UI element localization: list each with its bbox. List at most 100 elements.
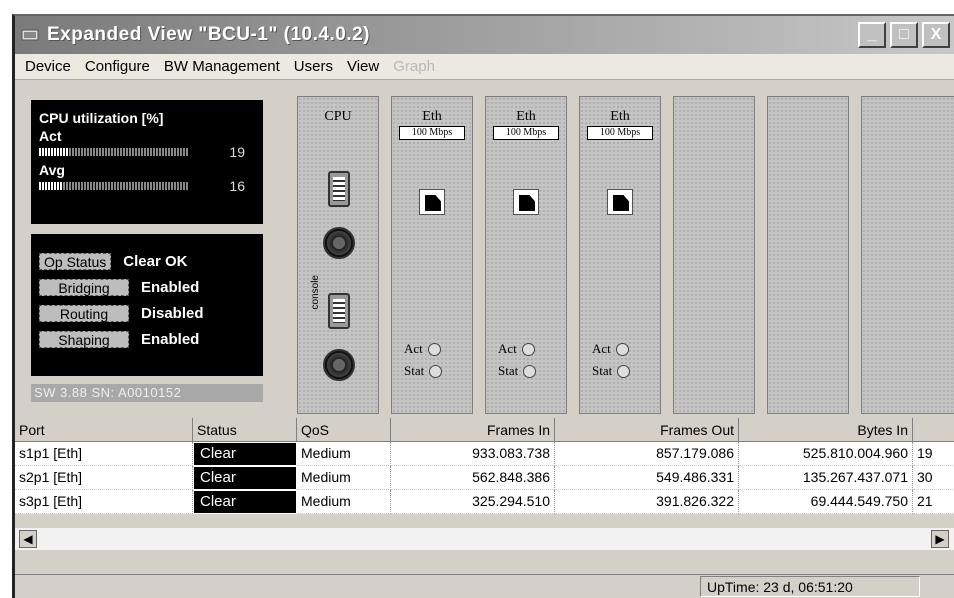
bridging-value: Enabled [141,278,200,296]
act-label: Act [498,341,517,356]
op-status-row: Op Status Clear OK [39,248,255,274]
shaping-value: Enabled [141,330,200,348]
bridging-row: Bridging Enabled [39,274,255,300]
qos-cell: Medium [297,490,391,514]
status-cell: Clear [193,442,297,466]
status-cell: Clear [193,466,297,490]
port-cell: s2p1 [Eth] [15,466,193,490]
frames-in-cell: 933.083.738 [391,442,555,466]
led-icon [427,342,441,356]
next-cell: 30 [913,466,954,490]
column-header-frames-out[interactable]: Frames Out [555,418,739,442]
title-bar[interactable]: Expanded View "BCU-1" (10.4.0.2) _ □ X [15,16,954,54]
act-label: Act [592,341,611,356]
slot-eth-1[interactable]: Eth 100 Mbps Act Stat [391,96,473,414]
column-header-qos[interactable]: QoS [297,418,391,442]
menu-users[interactable]: Users [287,58,340,75]
routing-value: Disabled [141,304,204,322]
frames-in-cell: 562.848.386 [391,466,555,490]
horizontal-scrollbar[interactable]: ◀ ▶ [15,528,954,550]
cpu-avg-row: 16 [39,178,255,194]
slot-eth-3[interactable]: Eth 100 Mbps Act Stat [579,96,661,414]
scroll-left-icon[interactable]: ◀ [19,530,37,548]
bytes-in-cell: 135.267.437.071 [739,466,913,490]
table-row[interactable]: s3p1 [Eth] Clear Medium 325.294.510 391.… [15,490,954,514]
table-row[interactable]: s2p1 [Eth] Clear Medium 562.848.386 549.… [15,466,954,490]
ethernet-port-icon [607,189,633,215]
slot-eth-3-act-led: Act [592,341,629,357]
frames-out-cell: 391.826.322 [555,490,739,514]
slot-eth-2-stat-led: Stat [498,363,537,379]
bridging-key: Bridging [39,278,129,296]
cpu-act-bar-fill [39,148,68,156]
menu-device[interactable]: Device [18,58,78,75]
slot-eth-2-speed: 100 Mbps [493,126,559,140]
led-icon [615,342,629,356]
menu-view[interactable]: View [340,58,386,75]
cpu-act-row: 19 [39,144,255,160]
led-icon [429,364,443,378]
column-header-frames-in[interactable]: Frames In [391,418,555,442]
minimize-button[interactable]: _ [858,22,886,48]
app-icon [21,29,39,41]
port-cell: s1p1 [Eth] [15,442,193,466]
software-serial-strip: SW 3.88 SN: A0010152 [31,384,263,402]
led-icon [617,364,631,378]
column-header-port[interactable]: Port [15,418,193,442]
maximize-button[interactable]: □ [890,22,918,48]
cpu-act-label: Act [39,128,62,144]
console-ps2-port-icon [323,349,355,381]
qos-cell: Medium [297,466,391,490]
bytes-in-cell: 525.810.004.960 [739,442,913,466]
slot-eth-1-act-led: Act [404,341,441,357]
act-label: Act [404,341,423,356]
uptime-display: UpTime: 23 d, 06:51:20 [700,576,920,597]
status-bar: UpTime: 23 d, 06:51:20 [15,574,954,598]
frames-out-cell: 549.486.331 [555,466,739,490]
menu-configure[interactable]: Configure [78,58,157,75]
frames-in-cell: 325.294.510 [391,490,555,514]
cpu-utilization-title: CPU utilization [%] [39,110,164,126]
port-statistics-table: Port Status QoS Frames In Frames Out Byt… [15,418,954,514]
routing-row: Routing Disabled [39,300,255,326]
slot-eth-2-title: Eth [516,109,536,124]
menu-bar: Device Configure BW Management Users Vie… [15,54,954,80]
table-header-row: Port Status QoS Frames In Frames Out Byt… [15,418,954,442]
column-header-status[interactable]: Status [193,418,297,442]
slot-eth-1-stat-led: Stat [404,363,443,379]
menu-bw-management[interactable]: BW Management [157,58,287,75]
cpu-utilization-panel: CPU utilization [%] Act 19 Avg 16 [31,100,263,224]
slot-empty-3[interactable] [861,96,954,414]
led-icon [523,364,537,378]
routing-key: Routing [39,304,129,322]
window-title: Expanded View "BCU-1" (10.4.0.2) [47,24,370,45]
slot-cpu-title: CPU [324,109,352,124]
status-cell: Clear [193,490,297,514]
close-button[interactable]: X [922,22,950,48]
scroll-right-icon[interactable]: ▶ [931,530,949,548]
shaping-row: Shaping Enabled [39,326,255,352]
serial-port-icon [328,171,350,207]
table-row[interactable]: s1p1 [Eth] Clear Medium 933.083.738 857.… [15,442,954,466]
ethernet-port-icon [419,189,445,215]
op-status-value: Clear OK [123,252,188,270]
column-header-next[interactable] [913,418,954,442]
column-header-bytes-in[interactable]: Bytes In [739,418,913,442]
led-icon [521,342,535,356]
slot-eth-2[interactable]: Eth 100 Mbps Act Stat [485,96,567,414]
slot-cpu[interactable]: CPU console [297,96,379,414]
slot-eth-2-act-led: Act [498,341,535,357]
console-serial-port-icon [328,293,350,329]
cpu-avg-label: Avg [39,162,65,178]
slot-eth-3-speed: 100 Mbps [587,126,653,140]
menu-graph: Graph [393,58,435,75]
cpu-avg-value: 16 [229,178,245,194]
next-cell: 19 [913,442,954,466]
console-label: console [310,275,321,310]
slot-empty-2[interactable] [767,96,849,414]
slot-empty-1[interactable] [673,96,755,414]
ethernet-port-icon [513,189,539,215]
qos-cell: Medium [297,442,391,466]
cpu-act-bar [39,148,189,156]
stat-label: Stat [498,363,519,378]
